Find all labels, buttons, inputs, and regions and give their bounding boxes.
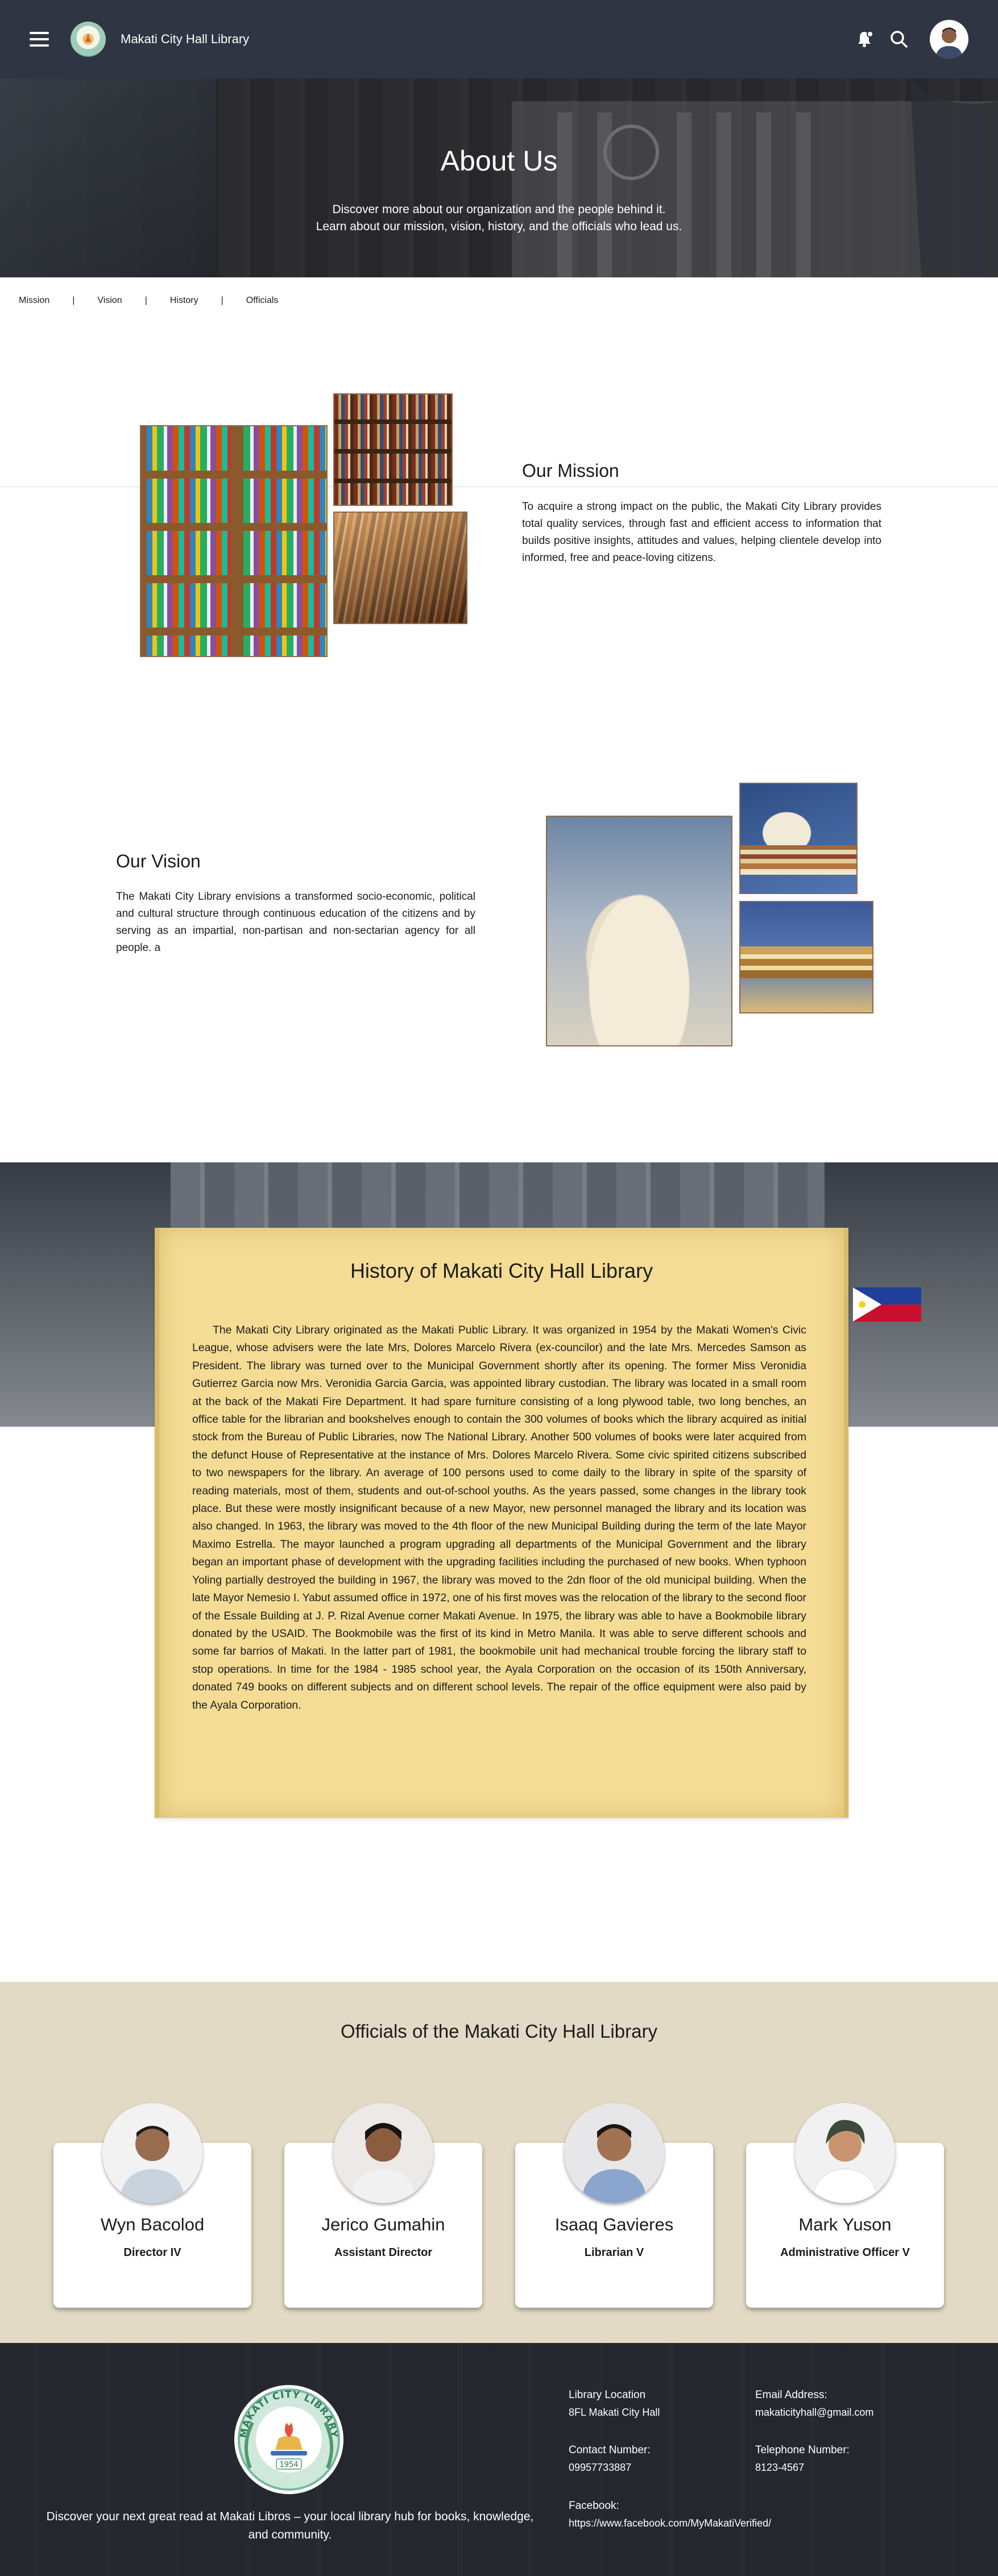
footer-telephone-value: 8123-4567 <box>755 2462 805 2473</box>
nav-separator: | <box>72 296 75 305</box>
footer-location-label: Library Location <box>569 2389 646 2401</box>
vision-title: Our Vision <box>116 851 201 871</box>
official-photo <box>564 2103 664 2203</box>
section-nav: Mission | Vision | History | Officials <box>19 296 278 306</box>
user-avatar[interactable] <box>930 20 968 59</box>
bookshelf-image <box>140 425 328 657</box>
official-role: Director IV <box>123 2246 181 2259</box>
hero-background-sky <box>0 78 216 277</box>
book-stack-image <box>739 783 858 894</box>
library-logo[interactable] <box>71 22 106 57</box>
top-navbar: Makati City Hall Library <box>0 0 998 78</box>
philippine-flag-image <box>853 1287 921 1322</box>
footer-email-label: Email Address: <box>755 2389 827 2401</box>
footer-location-value: 8FL Makati City Hall <box>569 2407 660 2418</box>
bell-icon[interactable] <box>854 28 875 50</box>
city-hall-building-image <box>512 78 998 277</box>
footer-contact-value: 09957733887 <box>569 2462 632 2473</box>
hero-banner: About Us Discover more about our organiz… <box>0 78 998 277</box>
hero-subtitle-line-2: Learn about our mission, vision, history… <box>316 220 682 233</box>
bookshelf-closeup-image <box>333 393 453 506</box>
history-title: History of Makati City Hall Library <box>350 1259 653 1282</box>
section-link-vision[interactable]: Vision <box>97 296 122 306</box>
nav-separator: | <box>144 296 147 305</box>
library-aisle-image <box>333 512 467 624</box>
official-photo <box>102 2103 202 2203</box>
official-role: Assistant Director <box>334 2246 433 2259</box>
official-name: Jerico Gumahin <box>321 2214 445 2234</box>
officials-title: Officials of the Makati City Hall Librar… <box>341 2021 657 2042</box>
mission-title: Our Mission <box>522 460 619 481</box>
search-icon[interactable] <box>888 28 910 51</box>
vision-text: The Makati City Library envisions a tran… <box>116 891 475 954</box>
footer-email-link[interactable]: makaticityhall@gmail.com <box>755 2407 873 2419</box>
section-link-history[interactable]: History <box>170 296 198 306</box>
official-photo <box>333 2103 433 2203</box>
hero-subtitle-line-1: Discover more about our organization and… <box>332 203 666 216</box>
footer-facebook-label: Facebook: <box>569 2500 619 2512</box>
page-title: About Us <box>440 145 558 177</box>
history-text: The Makati City Library originated as th… <box>192 1324 806 1711</box>
section-link-officials[interactable]: Officials <box>246 296 279 306</box>
app-title[interactable]: Makati City Hall Library <box>121 32 249 47</box>
hamburger-menu-icon[interactable] <box>30 32 49 47</box>
footer-facebook-link[interactable]: https://www.facebook.com/MyMakatiVerifie… <box>569 2517 771 2529</box>
official-name: Mark Yuson <box>798 2214 892 2234</box>
mission-text: To acquire a strong impact on the public… <box>522 501 881 564</box>
book-pile-image <box>739 901 873 1013</box>
footer-tagline: Discover your next great read at Makati … <box>46 2510 534 2541</box>
official-name: Wyn Bacolod <box>100 2214 205 2234</box>
official-role: Librarian V <box>584 2246 644 2259</box>
footer-contact-label: Contact Number: <box>569 2444 651 2456</box>
hero-subtitle: Discover more about our organization and… <box>0 201 998 235</box>
official-name: Isaaq Gavieres <box>554 2214 674 2234</box>
section-link-mission[interactable]: Mission <box>19 296 49 306</box>
official-photo <box>795 2103 895 2203</box>
svg-text:1954: 1954 <box>279 2461 298 2469</box>
open-book-image <box>546 816 732 1046</box>
makati-city-library-seal: MAKATI CITY LIBRARY 1954 <box>234 2385 343 2494</box>
nav-separator: | <box>221 296 223 305</box>
official-role: Administrative Officer V <box>780 2246 910 2259</box>
footer-telephone-label: Telephone Number: <box>755 2444 850 2456</box>
